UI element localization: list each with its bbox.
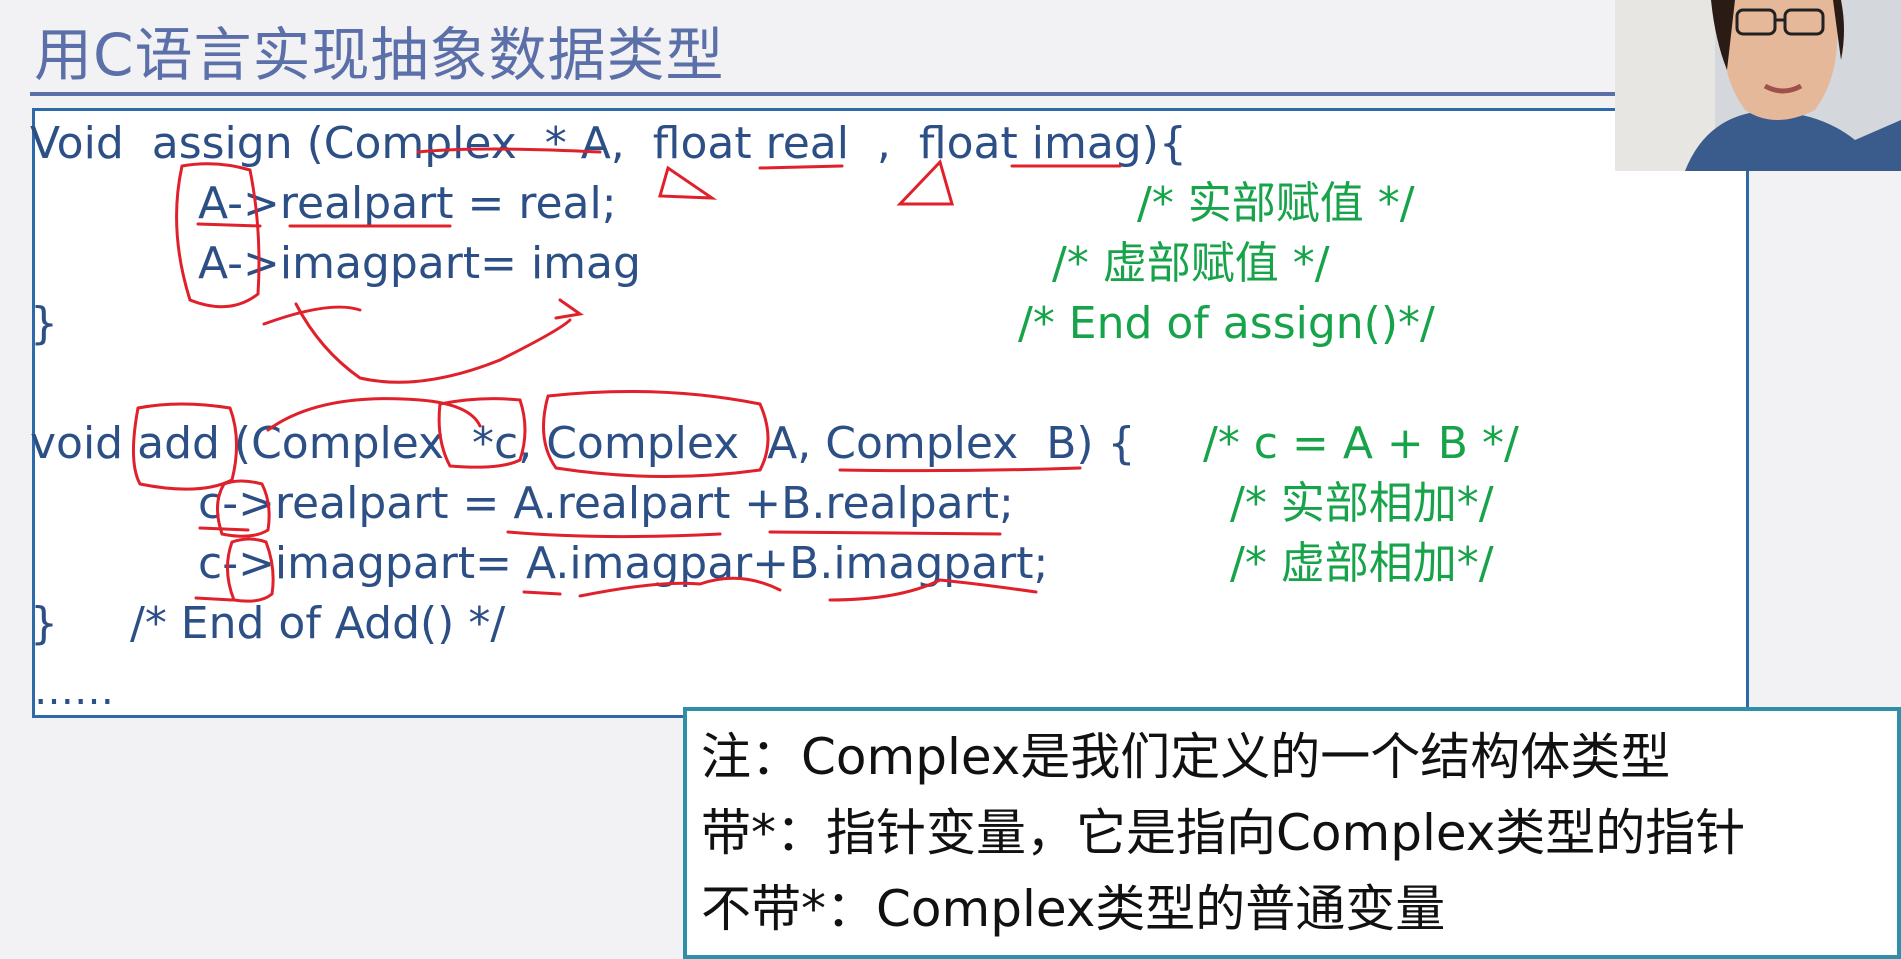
assign-end-comment: /* End of assign()*/ [1018,298,1435,349]
title-divider [30,92,1615,96]
assign-line-realpart-comment: /* 实部赋值 */ [1137,178,1415,229]
add-line-imagpart: c->imagpart= A.imagpar+B.imagpart; [198,538,1049,589]
assign-signature: Void assign (Complex * A, float real , f… [30,118,1187,169]
assign-line-imagpart-comment: /* 虚部赋值 */ [1052,238,1330,289]
add-line-realpart: c->realpart = A.realpart +B.realpart; [198,478,1014,529]
add-line-imagpart-comment: /* 虚部相加*/ [1230,538,1494,589]
add-close-brace: } [30,598,58,649]
note-box: 注：Complex是我们定义的一个结构体类型 带*：指针变量，它是指向Compl… [683,707,1901,959]
note-line-3: 不带*：Complex类型的普通变量 [701,880,1446,938]
webcam-video [1615,0,1901,171]
presenter-image [1615,0,1901,171]
slide-title: 用C语言实现抽象数据类型 [34,21,725,89]
add-end-comment: /* End of Add() */ [130,598,506,649]
assign-line-realpart: A->realpart = real; [198,178,617,229]
note-line-1: 注：Complex是我们定义的一个结构体类型 [701,728,1671,786]
assign-close-brace: } [30,298,58,349]
add-signature-comment: /* c = A + B */ [1203,418,1519,469]
add-line-realpart-comment: /* 实部相加*/ [1230,478,1494,529]
code-ellipsis: …… [34,668,114,714]
assign-line-imagpart: A->imagpart= imag [198,238,641,289]
note-line-2: 带*：指针变量，它是指向Complex类型的指针 [701,804,1746,862]
add-signature: void add (Complex *c, Complex A, Complex… [30,418,1136,469]
